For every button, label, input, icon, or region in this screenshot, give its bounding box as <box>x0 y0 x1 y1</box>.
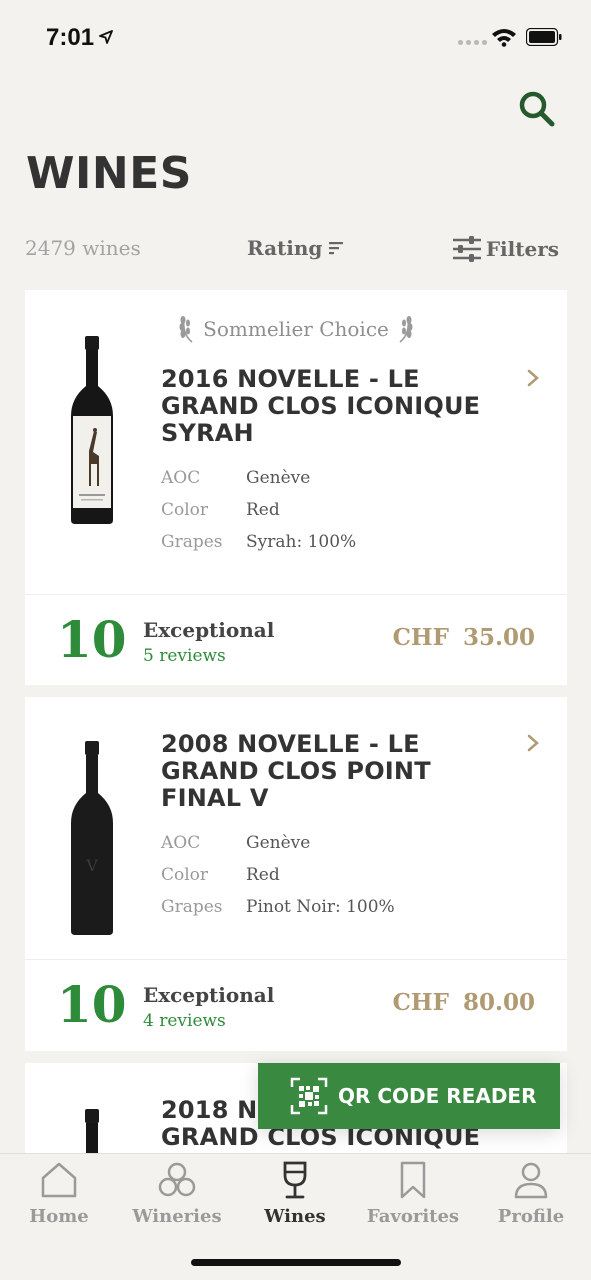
price: CHF 35.00 <box>393 624 535 651</box>
attr-value: Pinot Noir: 100% <box>246 897 395 917</box>
wine-attributes: AOC Genève Color Red Grapes Syrah: 100% <box>161 462 356 558</box>
wine-name: 2016 NOVELLE - LE GRAND CLOS ICONIQUE SY… <box>161 365 481 447</box>
wine-glass-icon <box>283 1161 307 1199</box>
tab-wineries[interactable]: Wineries <box>118 1160 236 1227</box>
reviews-count: 4 reviews <box>143 1011 226 1031</box>
attr-value: Red <box>246 500 280 520</box>
attr-row-grapes: Grapes Syrah: 100% <box>161 526 356 558</box>
attr-key: AOC <box>161 833 201 853</box>
price-amount: 80.00 <box>462 989 535 1016</box>
attr-value: Genève <box>246 833 311 853</box>
tab-label: Profile <box>497 1206 565 1227</box>
rating-score: 10 <box>57 610 127 669</box>
rating-label: Exceptional <box>143 618 275 642</box>
price-currency: CHF <box>392 624 449 651</box>
wine-name: 2008 NOVELLE - LE GRAND CLOS POINT FINAL… <box>161 730 431 812</box>
wine-attributes: AOC Genève Color Red Grapes Pinot Noir: … <box>161 827 395 923</box>
rating-label: Exceptional <box>143 983 275 1007</box>
tab-wines[interactable]: Wines <box>236 1160 354 1227</box>
search-icon[interactable] <box>514 86 558 130</box>
sort-button[interactable]: Rating <box>247 236 344 260</box>
attr-key: AOC <box>161 468 201 488</box>
attr-row-aoc: AOC Genève <box>161 827 395 859</box>
svg-text:V: V <box>85 856 98 875</box>
chevron-right-icon <box>527 369 539 387</box>
attr-row-color: Color Red <box>161 494 356 526</box>
bookmark-icon <box>400 1161 426 1199</box>
wine-count: 2479 wines <box>25 236 141 260</box>
status-time: 7:01 <box>46 24 95 51</box>
home-icon <box>41 1162 77 1198</box>
attr-key: Grapes <box>161 532 223 552</box>
wine-card[interactable]: Sommelier Choice 2016 NOVELLE - LE GRAND… <box>25 290 567 685</box>
attr-key: Grapes <box>161 897 223 917</box>
tab-favorites[interactable]: Favorites <box>354 1160 472 1227</box>
tab-home[interactable]: Home <box>0 1160 118 1227</box>
attr-value: Red <box>246 865 280 885</box>
price: CHF 80.00 <box>393 989 535 1016</box>
qr-code-reader-label: QR CODE READER <box>338 1084 537 1108</box>
sort-label: Rating <box>247 236 323 260</box>
page-title: WINES <box>26 148 192 199</box>
tab-profile[interactable]: Profile <box>472 1160 590 1227</box>
filters-label: Filters <box>485 237 559 261</box>
status-bar: 7:01 <box>0 0 591 76</box>
filters-icon <box>452 236 481 262</box>
profile-icon <box>514 1162 548 1199</box>
tab-label: Home <box>29 1206 89 1227</box>
attr-row-aoc: AOC Genève <box>161 462 356 494</box>
attr-key: Color <box>161 865 209 885</box>
tab-label: Wines <box>264 1206 326 1227</box>
reviews-count: 5 reviews <box>143 646 226 666</box>
attr-key: Color <box>161 500 209 520</box>
attr-row-color: Color Red <box>161 859 395 891</box>
laurel-right-icon <box>399 316 413 343</box>
card-divider <box>25 959 567 960</box>
attr-row-grapes: Grapes Pinot Noir: 100% <box>161 891 395 923</box>
wine-card[interactable]: V 2008 NOVELLE - LE GRAND CLOS POINT FIN… <box>25 697 567 1051</box>
sommelier-badge-label: Sommelier Choice <box>203 317 389 341</box>
price-currency: CHF <box>392 989 449 1016</box>
filters-button[interactable]: Filters <box>452 236 559 262</box>
chevron-right-icon <box>527 734 539 752</box>
card-divider <box>25 594 567 595</box>
tab-label: Wineries <box>132 1206 222 1227</box>
signal-dots-icon <box>458 40 487 45</box>
wifi-icon <box>492 29 516 47</box>
wine-bottle-image: V <box>71 741 113 935</box>
attr-value: Syrah: 100% <box>246 532 357 552</box>
laurel-left-icon <box>179 316 193 343</box>
qr-code-icon <box>290 1077 328 1115</box>
price-amount: 35.00 <box>462 624 535 651</box>
home-indicator <box>191 1259 401 1266</box>
wineries-icon <box>158 1162 196 1197</box>
attr-value: Genève <box>246 468 311 488</box>
location-arrow-icon <box>99 30 113 44</box>
tab-label: Favorites <box>366 1206 460 1227</box>
wine-bottle-image <box>85 1109 99 1153</box>
rating-score: 10 <box>57 975 127 1034</box>
qr-code-reader-button[interactable]: QR CODE READER <box>258 1063 560 1129</box>
wine-bottle-image <box>71 336 113 524</box>
sort-icon <box>329 242 344 255</box>
list-toolbar: 2479 wines Rating Filters <box>25 232 559 266</box>
battery-icon <box>526 28 562 46</box>
